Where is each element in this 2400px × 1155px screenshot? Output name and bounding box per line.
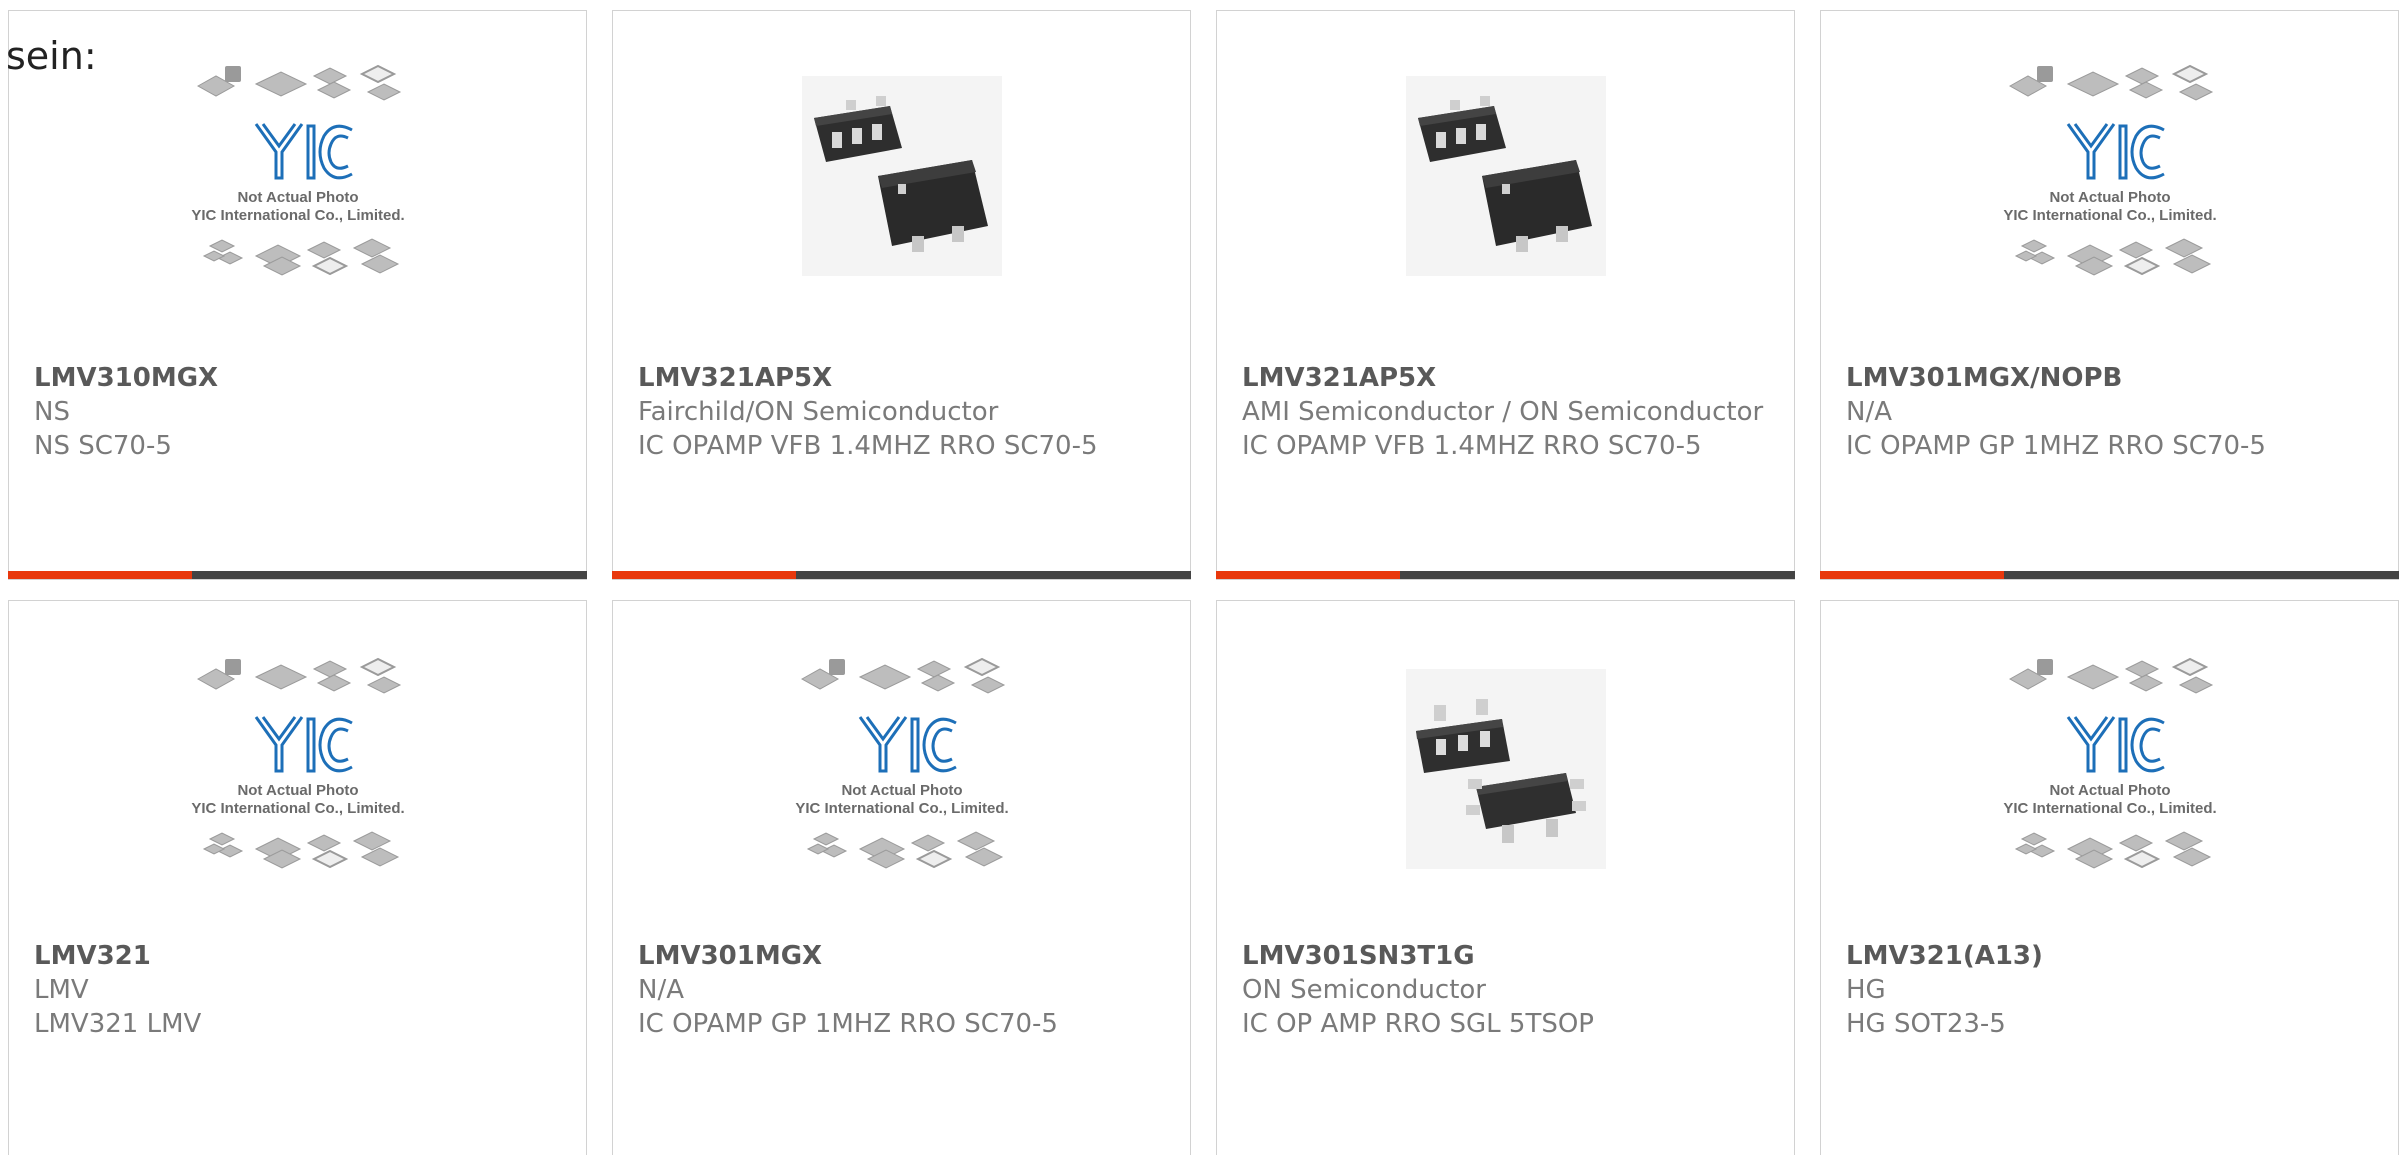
product-card[interactable]: Not Actual Photo YIC International Co., … <box>612 600 1191 1155</box>
sc70-5-package-photo-icon <box>801 76 1002 276</box>
product-info: LMV321 LMV LMV321 LMV <box>34 939 566 1041</box>
product-image[interactable] <box>1217 649 1794 889</box>
part-number-link[interactable]: LMV301MGX/NOPB <box>1846 361 2378 395</box>
product-card[interactable]: Not Actual Photo YIC International Co., … <box>8 600 587 1155</box>
description-text: LMV321 LMV <box>34 1009 202 1039</box>
manufacturer-text: ON Semiconductor <box>1242 975 1486 1005</box>
manufacturer-text: N/A <box>638 975 684 1005</box>
product-card[interactable]: LMV321AP5X Fairchild/ON Semiconductor IC… <box>612 10 1191 580</box>
card-bottom-bar <box>8 571 587 579</box>
manufacturer-text: LMV <box>34 975 89 1005</box>
manufacturer-text: HG <box>1846 975 1886 1005</box>
manufacturer-text: AMI Semiconductor / ON Semiconductor <box>1242 397 1764 427</box>
part-number-link[interactable]: LMV301MGX <box>638 939 1170 973</box>
manufacturer-text: Fairchild/ON Semiconductor <box>638 397 999 427</box>
product-image[interactable]: Not Actual Photo YIC International Co., … <box>1821 649 2398 889</box>
placeholder-line1: Not Actual Photo <box>2049 782 2170 799</box>
product-card[interactable]: Not Actual Photo YIC International Co., … <box>8 10 587 580</box>
product-card[interactable]: Not Actual Photo YIC International Co., … <box>1820 10 2399 580</box>
part-number-link[interactable]: LMV301SN3T1G <box>1242 939 1774 973</box>
not-actual-photo-placeholder-icon: Not Actual Photo YIC International Co., … <box>2003 657 2216 869</box>
part-number-link[interactable]: LMV321 <box>34 939 566 973</box>
tsop-5-package-photo-icon <box>1405 669 1606 869</box>
card-bar-accent <box>1216 571 1400 579</box>
not-actual-photo-placeholder-icon: Not Actual Photo YIC International Co., … <box>2003 64 2216 276</box>
product-grid-page: sein: Not Actual Photo YIC International… <box>0 0 2400 1155</box>
product-info: LMV321(A13) HG HG SOT23-5 <box>1846 939 2378 1041</box>
description-text: IC OP AMP RRO SGL 5TSOP <box>1242 1009 1594 1039</box>
part-number-link[interactable]: LMV321AP5X <box>1242 361 1774 395</box>
placeholder-line1: Not Actual Photo <box>237 782 358 799</box>
placeholder-line2: YIC International Co., Limited. <box>191 207 404 224</box>
product-image[interactable] <box>613 56 1190 296</box>
card-bar-accent <box>612 571 796 579</box>
description-text: IC OPAMP VFB 1.4MHZ RRO SC70-5 <box>638 431 1098 461</box>
manufacturer-text: NS <box>34 397 70 427</box>
intro-text: sein: <box>6 34 97 78</box>
part-number-link[interactable]: LMV321(A13) <box>1846 939 2378 973</box>
product-info: LMV321AP5X AMI Semiconductor / ON Semico… <box>1242 361 1774 463</box>
not-actual-photo-placeholder-icon: Not Actual Photo YIC International Co., … <box>191 657 404 869</box>
manufacturer-text: N/A <box>1846 397 1892 427</box>
placeholder-line1: Not Actual Photo <box>2049 189 2170 206</box>
card-bottom-bar <box>1216 571 1795 579</box>
placeholder-line2: YIC International Co., Limited. <box>795 800 1008 817</box>
product-image[interactable]: Not Actual Photo YIC International Co., … <box>9 56 586 296</box>
product-info: LMV321AP5X Fairchild/ON Semiconductor IC… <box>638 361 1170 463</box>
product-image[interactable]: Not Actual Photo YIC International Co., … <box>613 649 1190 889</box>
product-card[interactable]: Not Actual Photo YIC International Co., … <box>1820 600 2399 1155</box>
placeholder-line2: YIC International Co., Limited. <box>2003 800 2216 817</box>
description-text: NS SC70-5 <box>34 431 172 461</box>
description-text: HG SOT23-5 <box>1846 1009 2006 1039</box>
card-bar-accent <box>1820 571 2004 579</box>
sc70-5-package-photo-icon <box>1405 76 1606 276</box>
placeholder-line1: Not Actual Photo <box>237 189 358 206</box>
description-text: IC OPAMP VFB 1.4MHZ RRO SC70-5 <box>1242 431 1702 461</box>
placeholder-line2: YIC International Co., Limited. <box>2003 207 2216 224</box>
part-number-link[interactable]: LMV321AP5X <box>638 361 1170 395</box>
card-bar-accent <box>8 571 192 579</box>
card-bottom-bar <box>612 571 1191 579</box>
placeholder-line1: Not Actual Photo <box>841 782 962 799</box>
description-text: IC OPAMP GP 1MHZ RRO SC70-5 <box>638 1009 1058 1039</box>
product-image[interactable]: Not Actual Photo YIC International Co., … <box>9 649 586 889</box>
placeholder-line2: YIC International Co., Limited. <box>191 800 404 817</box>
product-info: LMV301SN3T1G ON Semiconductor IC OP AMP … <box>1242 939 1774 1041</box>
product-card[interactable]: LMV301SN3T1G ON Semiconductor IC OP AMP … <box>1216 600 1795 1155</box>
part-number-link[interactable]: LMV310MGX <box>34 361 566 395</box>
not-actual-photo-placeholder-icon: Not Actual Photo YIC International Co., … <box>191 64 404 276</box>
product-info: LMV310MGX NS NS SC70-5 <box>34 361 566 463</box>
product-image[interactable] <box>1217 56 1794 296</box>
not-actual-photo-placeholder-icon: Not Actual Photo YIC International Co., … <box>795 657 1008 869</box>
product-info: LMV301MGX/NOPB N/A IC OPAMP GP 1MHZ RRO … <box>1846 361 2378 463</box>
product-card[interactable]: LMV321AP5X AMI Semiconductor / ON Semico… <box>1216 10 1795 580</box>
product-info: LMV301MGX N/A IC OPAMP GP 1MHZ RRO SC70-… <box>638 939 1170 1041</box>
description-text: IC OPAMP GP 1MHZ RRO SC70-5 <box>1846 431 2266 461</box>
card-bottom-bar <box>1820 571 2399 579</box>
product-image[interactable]: Not Actual Photo YIC International Co., … <box>1821 56 2398 296</box>
